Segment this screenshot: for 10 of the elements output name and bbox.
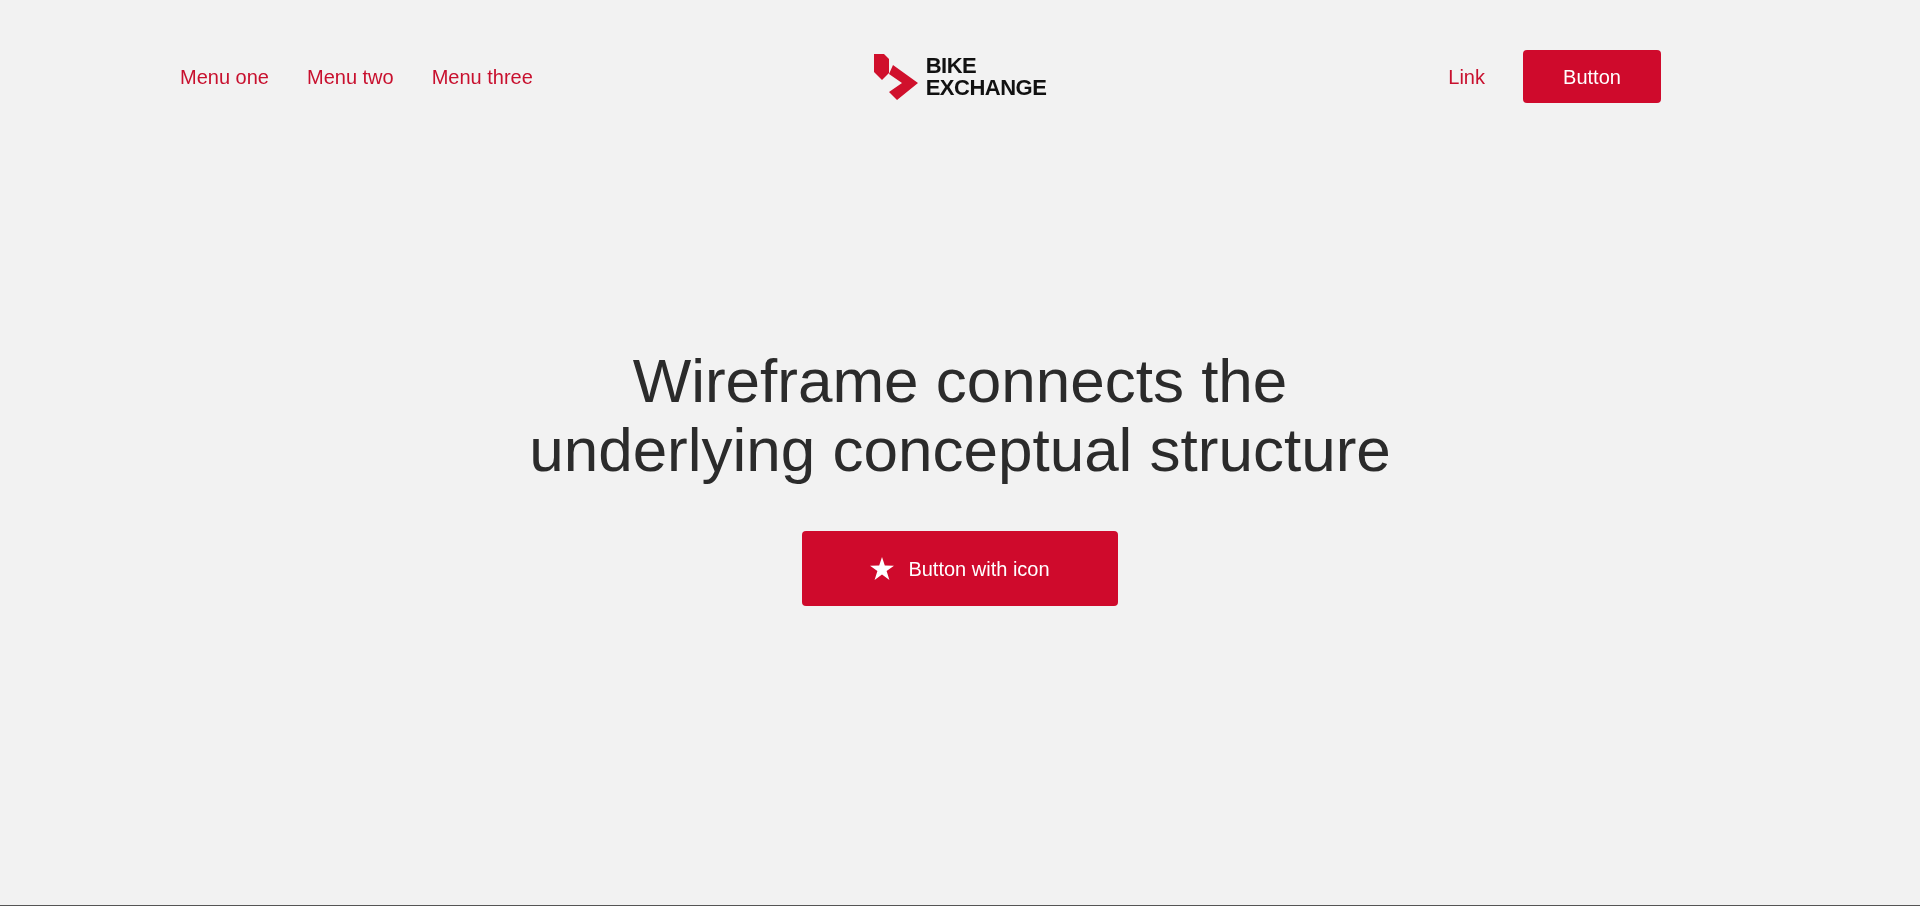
- menu-link[interactable]: Menu one: [180, 64, 269, 89]
- menu-link[interactable]: Menu three: [431, 64, 533, 89]
- hero-heading: Wireframe connects the underlying conceptual structure: [529, 346, 1391, 484]
- link[interactable]: Link: [1448, 64, 1485, 89]
- logo-icon: [873, 53, 918, 100]
- icon-button[interactable]: Button with icon: [802, 531, 1118, 606]
- header-button[interactable]: Button: [1523, 50, 1661, 103]
- menu-link[interactable]: Menu two: [306, 64, 394, 89]
- logo-text: BIKE EXCHANGE: [925, 54, 1047, 99]
- star-icon: [870, 557, 895, 580]
